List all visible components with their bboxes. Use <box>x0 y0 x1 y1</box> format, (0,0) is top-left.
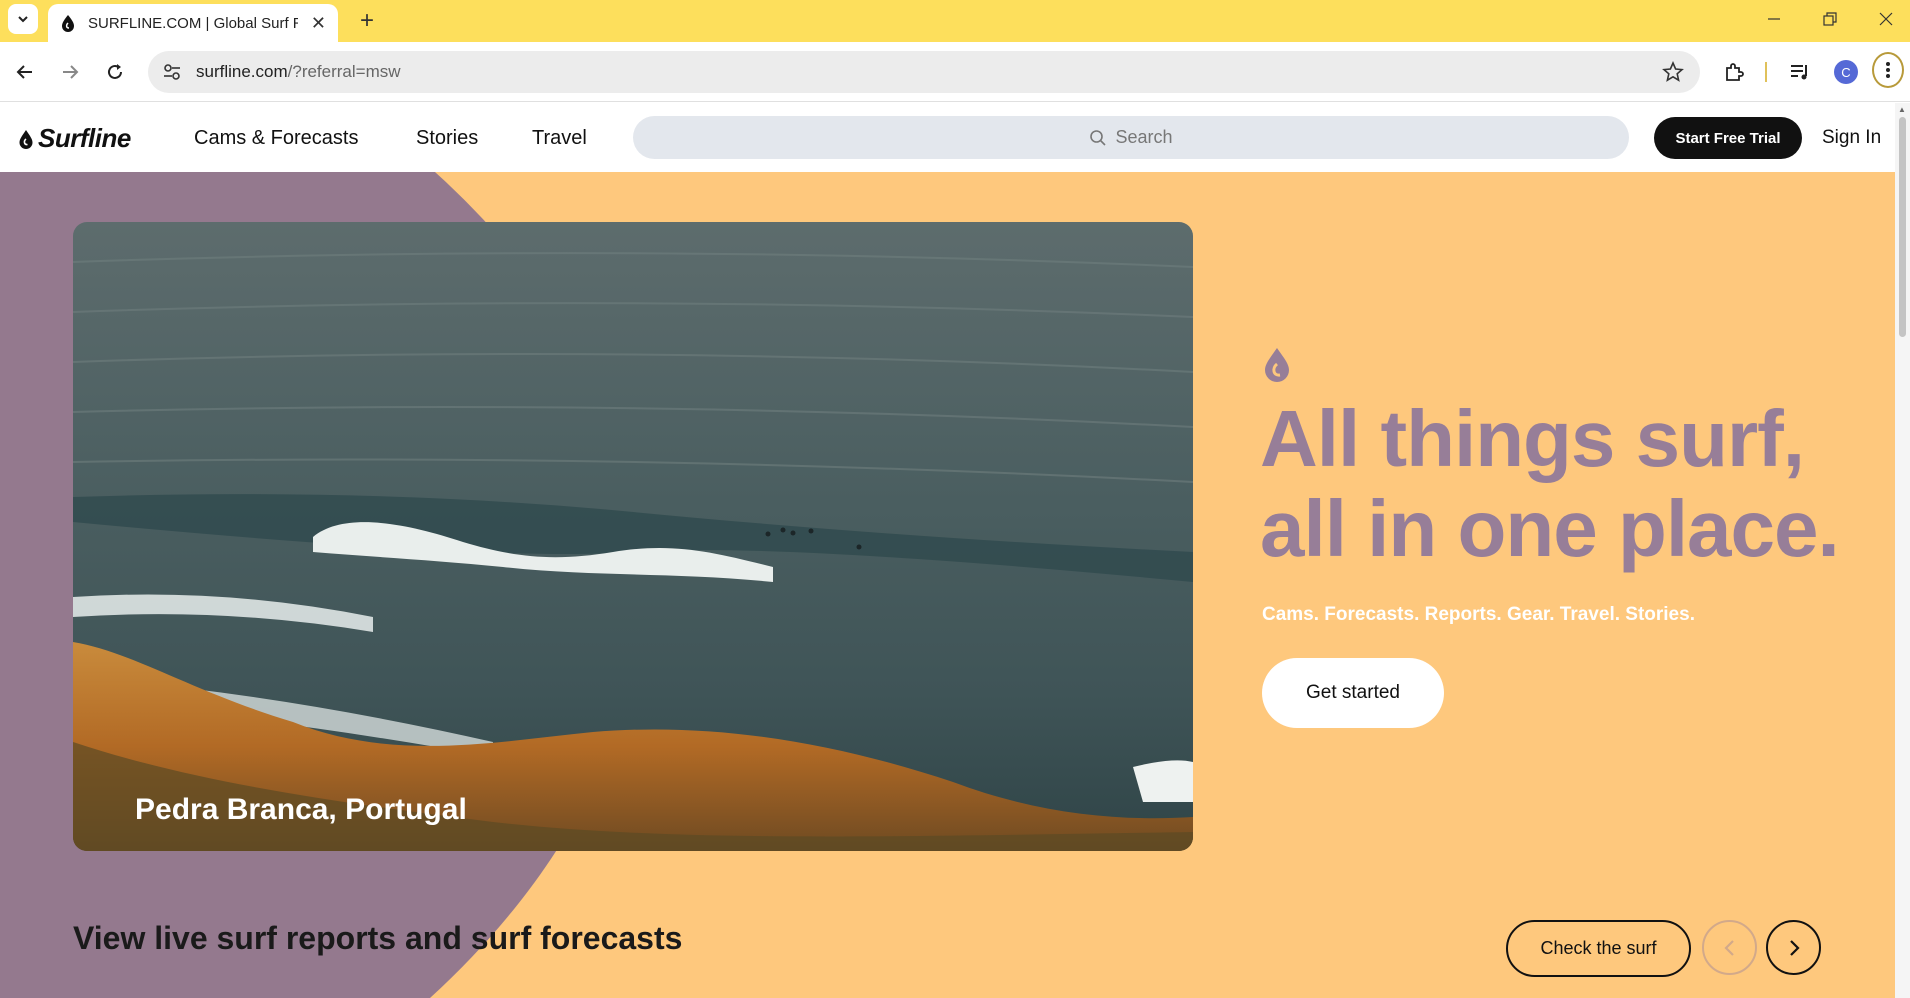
browser-tab-bar: SURFLINE.COM | Global Surf Re ✕ + <box>0 0 1910 42</box>
search-placeholder: Search <box>1115 127 1173 147</box>
nav-cams-forecasts[interactable]: Cams & Forecasts <box>194 127 358 150</box>
extensions-button[interactable] <box>1718 56 1750 88</box>
drop-brand-icon <box>1265 348 1289 382</box>
media-control-button[interactable] <box>1784 56 1816 88</box>
nav-stories[interactable]: Stories <box>416 127 478 150</box>
tab-list-button[interactable] <box>8 4 38 34</box>
carousel-next-button[interactable] <box>1766 920 1821 975</box>
more-vertical-icon <box>1886 62 1890 78</box>
avatar: C <box>1834 60 1858 84</box>
headline-line-1: All things surf, <box>1260 394 1805 483</box>
hero-caption: Pedra Branca, Portugal <box>135 793 467 826</box>
puzzle-icon <box>1726 63 1744 81</box>
logo-text: Surfline <box>38 123 131 153</box>
browser-menu-button[interactable] <box>1872 52 1904 88</box>
search-icon <box>1090 129 1107 146</box>
chevron-right-icon <box>1789 939 1800 956</box>
reload-icon <box>108 64 122 79</box>
scroll-up-arrow-icon[interactable]: ▲ <box>1898 105 1906 114</box>
minimize-button[interactable] <box>1754 6 1794 32</box>
browser-tab-active[interactable]: SURFLINE.COM | Global Surf Re ✕ <box>48 4 338 42</box>
tab-title: SURFLINE.COM | Global Surf Re <box>88 14 298 32</box>
tab-close-icon[interactable]: ✕ <box>311 14 326 32</box>
toolbar-divider <box>1765 62 1767 82</box>
scroll-thumb[interactable] <box>1899 117 1906 337</box>
site-settings-icon[interactable] <box>162 62 182 82</box>
chevron-down-icon <box>18 16 28 23</box>
profile-button[interactable]: C <box>1830 56 1862 88</box>
close-window-button[interactable] <box>1866 6 1906 32</box>
hero-surf-cam-image[interactable]: Pedra Branca, Portugal <box>73 222 1193 851</box>
menu-ring <box>1872 52 1904 88</box>
minimize-icon <box>1768 18 1780 20</box>
arrow-left-icon <box>16 65 32 79</box>
surf-scene-illustration: Pedra Branca, Portugal <box>73 222 1193 851</box>
browser-toolbar: surfline.com/?referral=msw C <box>0 42 1910 102</box>
site-search-input[interactable]: Search <box>633 116 1629 159</box>
playlist-icon <box>1791 65 1807 80</box>
page-scrollbar[interactable]: ▲ <box>1895 103 1910 998</box>
hero-headline: All things surf, all in one place. <box>1260 394 1840 574</box>
url-path: /?referral=msw <box>287 62 401 81</box>
url-text[interactable]: surfline.com/?referral=msw <box>196 62 401 82</box>
start-free-trial-button[interactable]: Start Free Trial <box>1654 117 1802 159</box>
surfline-logo[interactable]: Surfline <box>18 123 131 154</box>
reload-button[interactable] <box>99 56 131 88</box>
bookmark-button[interactable] <box>1662 60 1684 88</box>
hero-subline: Cams. Forecasts. Reports. Gear. Travel. … <box>1262 604 1695 625</box>
address-bar[interactable]: surfline.com/?referral=msw <box>148 51 1700 93</box>
sign-in-link[interactable]: Sign In <box>1822 127 1881 149</box>
close-icon <box>1879 12 1893 26</box>
forward-button[interactable] <box>54 56 86 88</box>
hero-section: Pedra Branca, Portugal All things surf, … <box>0 172 1895 998</box>
nav-travel[interactable]: Travel <box>532 127 587 150</box>
url-host: surfline.com <box>196 62 288 81</box>
site-header: Surfline Cams & Forecasts Stories Travel… <box>0 103 1895 172</box>
restore-button[interactable] <box>1810 6 1850 32</box>
check-the-surf-button[interactable]: Check the surf <box>1506 920 1691 977</box>
drop-logo-icon <box>19 129 33 149</box>
star-icon <box>1662 60 1684 82</box>
chevron-left-icon <box>1723 939 1734 956</box>
carousel-prev-button[interactable] <box>1702 920 1757 975</box>
new-tab-button[interactable]: + <box>352 6 382 36</box>
arrow-right-icon <box>63 65 79 79</box>
surfline-favicon-icon <box>62 15 74 32</box>
get-started-button[interactable]: Get started <box>1262 658 1444 728</box>
back-button[interactable] <box>9 56 41 88</box>
headline-line-2: all in one place. <box>1260 484 1840 573</box>
restore-icon <box>1823 12 1837 26</box>
section-title: View live surf reports and surf forecast… <box>73 920 683 956</box>
